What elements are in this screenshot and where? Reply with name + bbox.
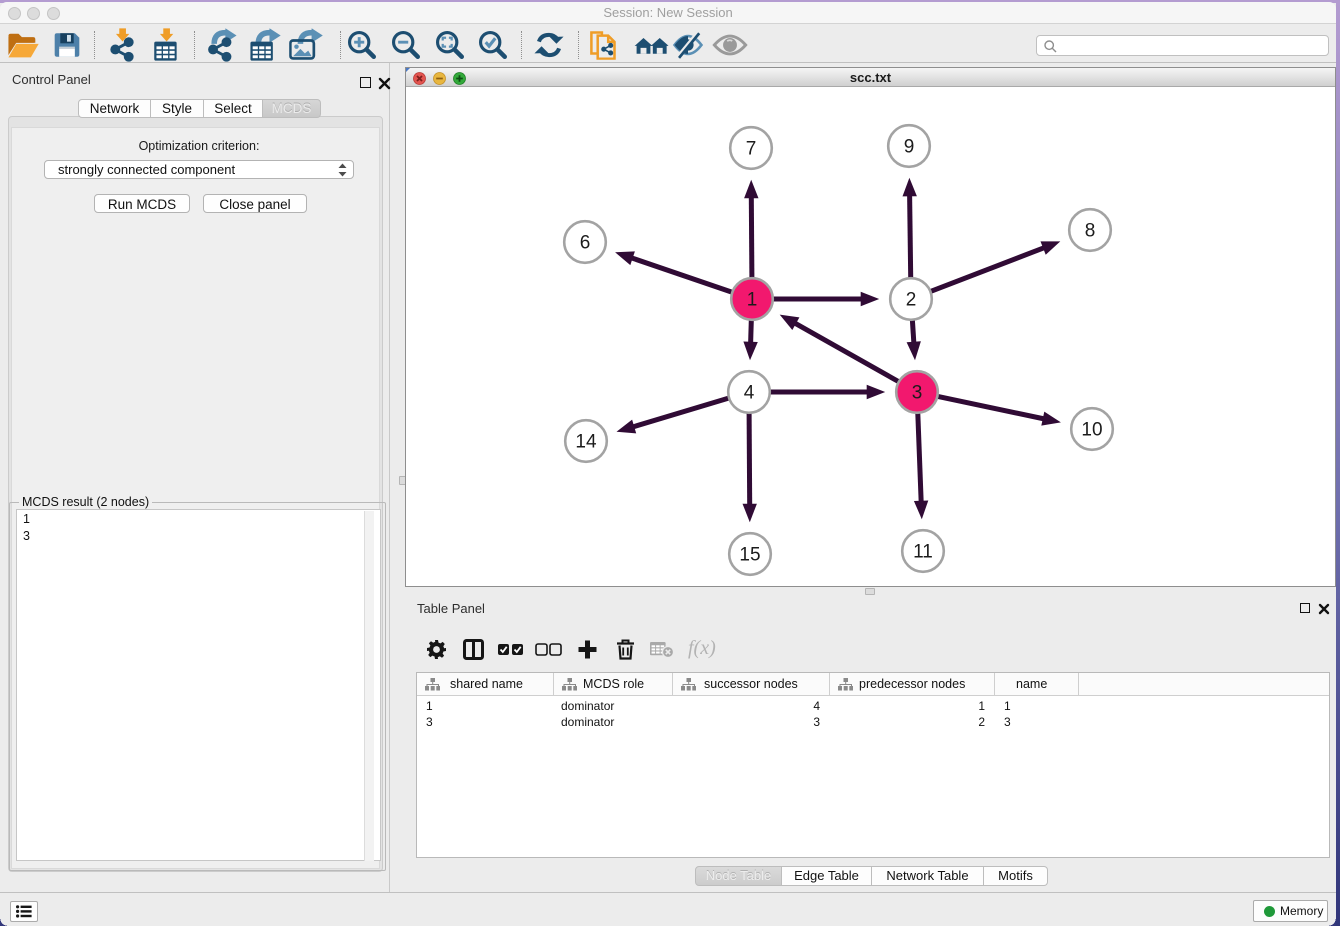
svg-text:11: 11 [913,542,933,563]
svg-text:2: 2 [906,290,917,311]
svg-text:1: 1 [747,290,758,311]
svg-text:14: 14 [575,432,597,453]
svg-text:8: 8 [1085,221,1096,242]
svg-text:3: 3 [912,383,923,404]
svg-text:4: 4 [744,383,755,404]
svg-text:9: 9 [904,137,915,158]
svg-text:6: 6 [580,233,591,254]
svg-text:15: 15 [739,545,760,566]
svg-text:7: 7 [746,139,757,160]
svg-text:10: 10 [1081,420,1102,441]
